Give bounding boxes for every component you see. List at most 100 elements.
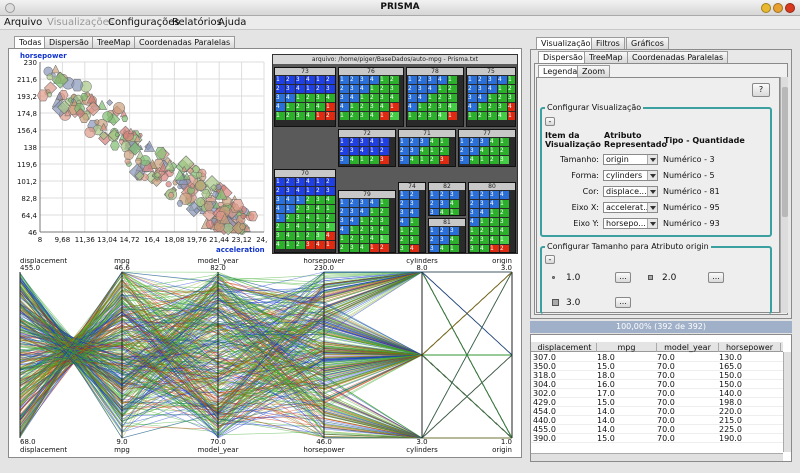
table-row[interactable]: 429.0 15.0 70.0 198.0 xyxy=(531,398,783,407)
treemap-cell[interactable]: 3 xyxy=(468,94,477,102)
treemap-cell[interactable]: 2 xyxy=(500,147,509,155)
treemap-cell[interactable]: 2 xyxy=(350,112,359,120)
chevron-down-icon[interactable] xyxy=(647,187,657,196)
treemap-cell[interactable]: 2 xyxy=(340,147,349,155)
treemap-cell[interactable]: 1 xyxy=(460,138,469,146)
table-column-header[interactable]: model_year xyxy=(657,343,719,352)
treemap-cell[interactable]: 1 xyxy=(448,112,457,120)
treemap-cell[interactable]: 2 xyxy=(478,76,487,84)
treemap-cell[interactable]: 2 xyxy=(340,208,349,216)
treemap-cell[interactable]: 3 xyxy=(286,223,295,231)
treemap-cell[interactable]: 4 xyxy=(450,236,459,244)
treemap-cell[interactable]: 4 xyxy=(306,214,315,222)
treemap-cell[interactable]: 2 xyxy=(326,214,335,222)
parallel-coordinates[interactable]: displacement 455.0 68.0 displacement mpg 46.6… xyxy=(12,257,520,454)
treemap-cell[interactable]: 4 xyxy=(488,85,497,93)
treemap-cell[interactable]: 3 xyxy=(418,85,427,93)
treemap-cell[interactable]: 1 xyxy=(478,103,487,111)
tab-coordenadas-paralelas[interactable]: Coordenadas Paralelas xyxy=(134,36,236,48)
treemap-cell[interactable]: 1 xyxy=(470,191,479,199)
treemap-cell[interactable]: 3 xyxy=(276,232,285,240)
treemap-cell[interactable]: 4 xyxy=(306,178,315,186)
treemap-cell[interactable]: 3 xyxy=(326,85,335,93)
treemap-cell[interactable]: 1 xyxy=(380,235,389,243)
treemap-cell[interactable]: 1 xyxy=(390,103,399,111)
treemap-cell[interactable]: 3 xyxy=(470,245,479,252)
treemap-cell[interactable]: 3 xyxy=(370,226,379,234)
treemap-cell[interactable]: 1 xyxy=(316,214,325,222)
treemap-cell[interactable]: 3 xyxy=(306,241,315,249)
table-column-header[interactable]: horsepower xyxy=(719,343,781,352)
treemap-cell[interactable]: 3 xyxy=(480,236,489,244)
treemap-cell[interactable]: 4 xyxy=(450,200,459,208)
menu-visualizacoes[interactable]: Visualizações xyxy=(47,17,114,28)
treemap-cell[interactable]: 4 xyxy=(326,232,335,240)
attribute-select[interactable]: displace... xyxy=(603,186,658,197)
treemap-cell[interactable]: 1 xyxy=(430,191,439,199)
treemap-cell[interactable]: 3 xyxy=(428,76,437,84)
menu-configuracoes[interactable]: Configurações xyxy=(108,17,180,28)
treemap-cell[interactable]: 1 xyxy=(326,241,335,249)
treemap-group[interactable]: 77 1 2 3 4 1 2 3 4 1 2 3 4 1 2 3 xyxy=(458,129,516,167)
treemap-cell[interactable]: 1 xyxy=(360,156,369,164)
treemap-cell[interactable]: 4 xyxy=(508,103,515,111)
treemap-cell[interactable]: 1 xyxy=(306,187,315,195)
chevron-down-icon[interactable] xyxy=(647,155,657,164)
treemap-cell[interactable]: 2 xyxy=(410,191,419,199)
treemap-cell[interactable]: 2 xyxy=(418,112,427,120)
treemap-cell[interactable]: 4 xyxy=(490,200,499,208)
treemap-cell[interactable]: 3 xyxy=(276,94,285,102)
treemap[interactable]: arquivo: /home/piger/BaseDados/auto-mpg … xyxy=(272,54,518,254)
treemap-cell[interactable]: 4 xyxy=(410,245,419,252)
treemap-cell[interactable]: 4 xyxy=(470,218,479,226)
treemap-cell[interactable]: 2 xyxy=(488,103,497,111)
treemap-cell[interactable]: 2 xyxy=(350,76,359,84)
treemap-cell[interactable]: 2 xyxy=(316,85,325,93)
treemap-cell[interactable]: 4 xyxy=(380,103,389,111)
size-choose-button[interactable]: ... xyxy=(615,297,631,308)
treemap-cell[interactable]: 2 xyxy=(370,94,379,102)
scatter-plot[interactable]: 230 211,6 193,2 174,8 156,4 138 119,6 101,2 82,8… xyxy=(12,52,272,256)
help-button[interactable]: ? xyxy=(752,83,770,97)
treemap-cell[interactable]: 1 xyxy=(350,226,359,234)
table-row[interactable]: 302.0 17.0 70.0 140.0 xyxy=(531,389,783,398)
treemap-cell[interactable]: 3 xyxy=(470,209,479,217)
treemap-cell[interactable]: 2 xyxy=(390,76,399,84)
treemap-cell[interactable]: 1 xyxy=(500,138,509,146)
treemap-cell[interactable]: 2 xyxy=(430,156,439,164)
treemap-cell[interactable]: 4 xyxy=(410,209,419,217)
treemap-cell[interactable]: 1 xyxy=(296,232,305,240)
treemap-cell[interactable]: 3 xyxy=(360,199,369,207)
treemap-cell[interactable]: 4 xyxy=(490,236,499,244)
treemap-cell[interactable]: 1 xyxy=(370,208,379,216)
treemap-cell[interactable]: 3 xyxy=(316,94,325,102)
treemap-cell[interactable]: 3 xyxy=(480,138,489,146)
treemap-cell[interactable]: 4 xyxy=(480,245,489,252)
treemap-cell[interactable]: 1 xyxy=(276,214,285,222)
treemap-cell[interactable]: 1 xyxy=(360,217,369,225)
treemap-cell[interactable]: 2 xyxy=(448,85,457,93)
treemap-cell[interactable]: 2 xyxy=(326,76,335,84)
treemap-cell[interactable]: 1 xyxy=(490,245,499,252)
treemap-cell[interactable]: 1 xyxy=(326,103,335,111)
scatter-canvas[interactable]: 230 211,6 193,2 174,8 156,4 138 119,6 101,2 82,8… xyxy=(12,52,272,256)
treemap-cell[interactable]: 2 xyxy=(276,187,285,195)
treemap-cell[interactable]: 4 xyxy=(370,199,379,207)
treemap-cell[interactable]: 4 xyxy=(498,112,507,120)
treemap-cell[interactable]: 4 xyxy=(360,147,369,155)
treemap-cell[interactable]: 1 xyxy=(340,138,349,146)
treemap-cell[interactable]: 4 xyxy=(370,138,379,146)
treemap-cell[interactable]: 4 xyxy=(296,223,305,231)
treemap-cell[interactable]: 4 xyxy=(296,187,305,195)
table-row[interactable]: 350.0 15.0 70.0 165.0 xyxy=(531,362,783,371)
treemap-cell[interactable]: 3 xyxy=(428,112,437,120)
treemap-cell[interactable]: 1 xyxy=(326,205,335,213)
treemap-cell[interactable]: 2 xyxy=(430,200,439,208)
treemap-cell[interactable]: 1 xyxy=(410,218,419,226)
treemap-cell[interactable]: 2 xyxy=(340,244,349,252)
table-row[interactable]: 454.0 14.0 70.0 220.0 xyxy=(531,407,783,416)
treemap-cell[interactable]: 2 xyxy=(360,226,369,234)
treemap-cell[interactable]: 3 xyxy=(498,103,507,111)
treemap-cell[interactable]: 3 xyxy=(370,103,379,111)
treemap-cell[interactable]: 3 xyxy=(450,191,459,199)
